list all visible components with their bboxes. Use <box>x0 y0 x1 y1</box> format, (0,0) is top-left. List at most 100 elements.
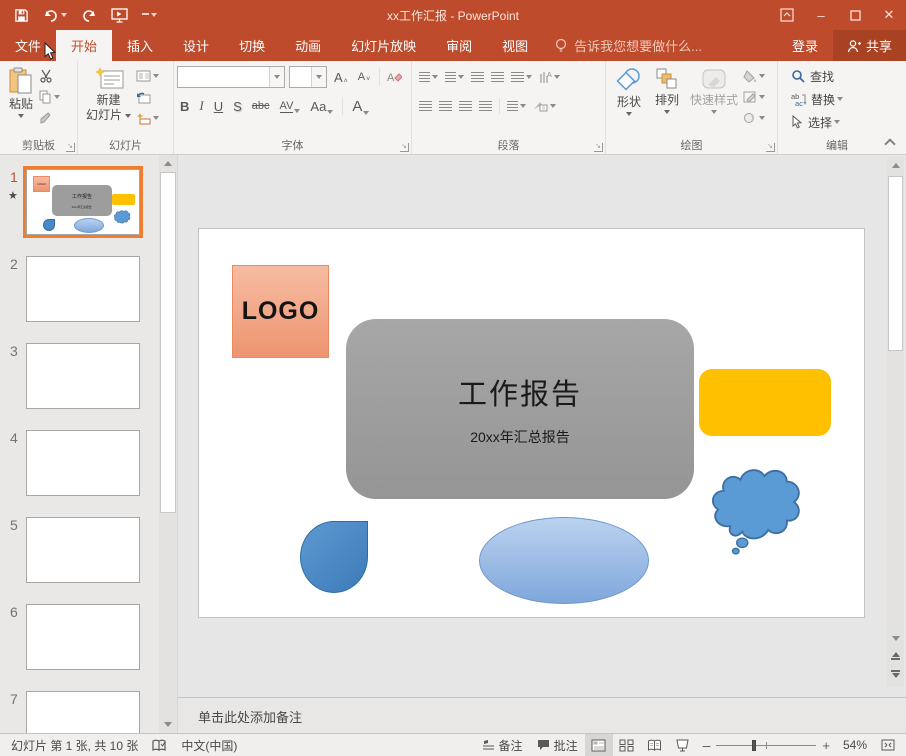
notes-pane[interactable]: 单击此处添加备注 <box>178 697 906 733</box>
paste-button[interactable]: 粘贴 <box>3 64 39 137</box>
slide-counter[interactable]: 幻灯片 第 1 张, 共 10 张 <box>4 734 145 756</box>
tab-home[interactable]: 开始 <box>56 30 112 61</box>
main-scroll-down-button[interactable] <box>887 630 904 647</box>
panel-scrollbar-thumb[interactable] <box>160 172 176 513</box>
arrange-button[interactable]: 排列 <box>649 64 685 137</box>
share-button[interactable]: 共享 <box>833 30 906 61</box>
shape-outline-button[interactable] <box>743 89 765 105</box>
slide-4-thumb[interactable] <box>26 430 140 496</box>
yellow-rounded-rectangle-shape[interactable] <box>699 369 831 436</box>
font-name-dropdown[interactable] <box>269 67 284 87</box>
character-spacing-button[interactable]: AV <box>277 100 304 113</box>
convert-smartart-button[interactable] <box>533 98 556 114</box>
zoom-slider-track[interactable] <box>716 745 816 746</box>
slide-thumbnail-7[interactable]: 7 <box>0 691 177 733</box>
slide-6-thumb[interactable] <box>26 604 140 670</box>
select-button[interactable]: 选择 <box>791 114 893 130</box>
justify-button[interactable] <box>479 98 492 114</box>
undo-dropdown-arrow[interactable] <box>61 13 67 17</box>
slide-thumbnail-1[interactable]: 1 ★ LOGO 工作报告 20xx年汇总报告 <box>0 169 177 235</box>
reset-button[interactable] <box>136 89 159 105</box>
comments-button[interactable]: 批注 <box>530 734 585 756</box>
tab-transitions[interactable]: 切换 <box>224 30 280 61</box>
paste-dropdown-arrow[interactable] <box>18 114 24 118</box>
slide-7-thumb[interactable] <box>26 691 140 733</box>
slide-thumbnail-3[interactable]: 3 <box>0 343 177 409</box>
find-button[interactable]: 查找 <box>791 68 893 84</box>
format-painter-button[interactable] <box>39 110 60 126</box>
shapes-button[interactable]: 形状 <box>609 64 649 137</box>
fit-to-window-button[interactable] <box>874 734 902 756</box>
numbering-button[interactable] <box>445 69 464 85</box>
columns-button[interactable] <box>507 98 526 114</box>
teardrop-shape[interactable] <box>300 521 368 593</box>
zoom-slider-thumb[interactable] <box>752 740 756 751</box>
font-size-combo[interactable] <box>289 66 327 88</box>
cloud-callout-shape[interactable] <box>707 461 809 556</box>
bullets-button[interactable] <box>419 69 438 85</box>
line-spacing-button[interactable] <box>511 69 532 85</box>
redo-button[interactable] <box>81 8 97 22</box>
change-case-button[interactable]: Aa <box>307 99 336 114</box>
slide-canvas[interactable]: LOGO 工作报告 20xx年汇总报告 <box>198 228 865 618</box>
decrease-indent-button[interactable] <box>471 69 484 85</box>
tab-animations[interactable]: 动画 <box>280 30 336 61</box>
tell-me-box[interactable]: 告诉我您想要做什么... <box>543 30 714 61</box>
logo-shape[interactable]: LOGO <box>232 265 329 358</box>
customize-qat-button[interactable] <box>142 13 157 17</box>
tab-insert[interactable]: 插入 <box>112 30 168 61</box>
undo-button[interactable] <box>43 8 67 22</box>
next-slide-button[interactable] <box>887 665 904 683</box>
language-indicator[interactable]: 中文(中国) <box>174 734 244 756</box>
slide-thumbnail-6[interactable]: 6 <box>0 604 177 670</box>
start-from-beginning-button[interactable] <box>111 8 128 23</box>
font-dialog-launcher[interactable]: ↘ <box>400 143 409 152</box>
increase-indent-button[interactable] <box>491 69 504 85</box>
panel-scrollbar[interactable] <box>159 155 177 733</box>
spell-check-button[interactable] <box>145 734 174 756</box>
zoom-in-button[interactable]: + <box>822 738 830 753</box>
underline-button[interactable]: U <box>211 99 226 114</box>
decrease-font-size-button[interactable]: A˅ <box>355 71 373 83</box>
slide-1-thumb[interactable]: LOGO 工作报告 20xx年汇总报告 <box>26 169 140 235</box>
tab-view[interactable]: 视图 <box>487 30 543 61</box>
new-slide-button[interactable]: 新建 幻灯片 <box>81 64 136 137</box>
clipboard-dialog-launcher[interactable]: ↘ <box>66 143 75 152</box>
slide-thumbnail-2[interactable]: 2 <box>0 256 177 322</box>
slide-2-thumb[interactable] <box>26 256 140 322</box>
title-shape[interactable]: 工作报告 20xx年汇总报告 <box>346 319 694 499</box>
slide-thumbnail-4[interactable]: 4 <box>0 430 177 496</box>
quick-styles-button[interactable]: 快速样式 <box>685 64 743 137</box>
font-name-combo[interactable] <box>177 66 285 88</box>
main-scrollbar-thumb[interactable] <box>888 176 903 351</box>
ellipse-shape[interactable] <box>479 517 649 604</box>
text-shadow-button[interactable]: S <box>230 99 245 114</box>
copy-button[interactable] <box>39 89 60 105</box>
notes-toggle-button[interactable]: 备注 <box>475 734 530 756</box>
bold-button[interactable]: B <box>177 99 192 114</box>
text-direction-button[interactable]: A <box>539 69 560 85</box>
ribbon-display-options-button[interactable] <box>770 0 804 30</box>
shape-fill-button[interactable] <box>743 68 765 84</box>
font-color-button[interactable]: A <box>349 98 372 115</box>
shape-effects-button[interactable] <box>743 110 765 126</box>
slide-5-thumb[interactable] <box>26 517 140 583</box>
main-scroll-up-button[interactable] <box>887 157 904 174</box>
minimize-button[interactable]: – <box>804 0 838 30</box>
align-left-button[interactable] <box>419 98 432 114</box>
increase-font-size-button[interactable]: A˄ <box>331 70 351 85</box>
sign-in-button[interactable]: 登录 <box>777 30 833 61</box>
main-scrollbar[interactable] <box>887 157 904 687</box>
replace-button[interactable]: abac 替换 <box>791 91 893 107</box>
italic-button[interactable]: I <box>196 98 206 114</box>
section-button[interactable] <box>136 110 159 126</box>
panel-scroll-down-button[interactable] <box>159 716 177 733</box>
layout-button[interactable] <box>136 68 159 84</box>
clear-formatting-button[interactable]: A <box>386 69 402 85</box>
zoom-out-button[interactable]: – <box>703 737 711 753</box>
maximize-button[interactable] <box>838 0 872 30</box>
panel-scroll-up-button[interactable] <box>159 155 177 172</box>
font-size-dropdown[interactable] <box>311 67 326 87</box>
save-button[interactable] <box>14 8 29 23</box>
reading-view-button[interactable] <box>641 734 669 756</box>
